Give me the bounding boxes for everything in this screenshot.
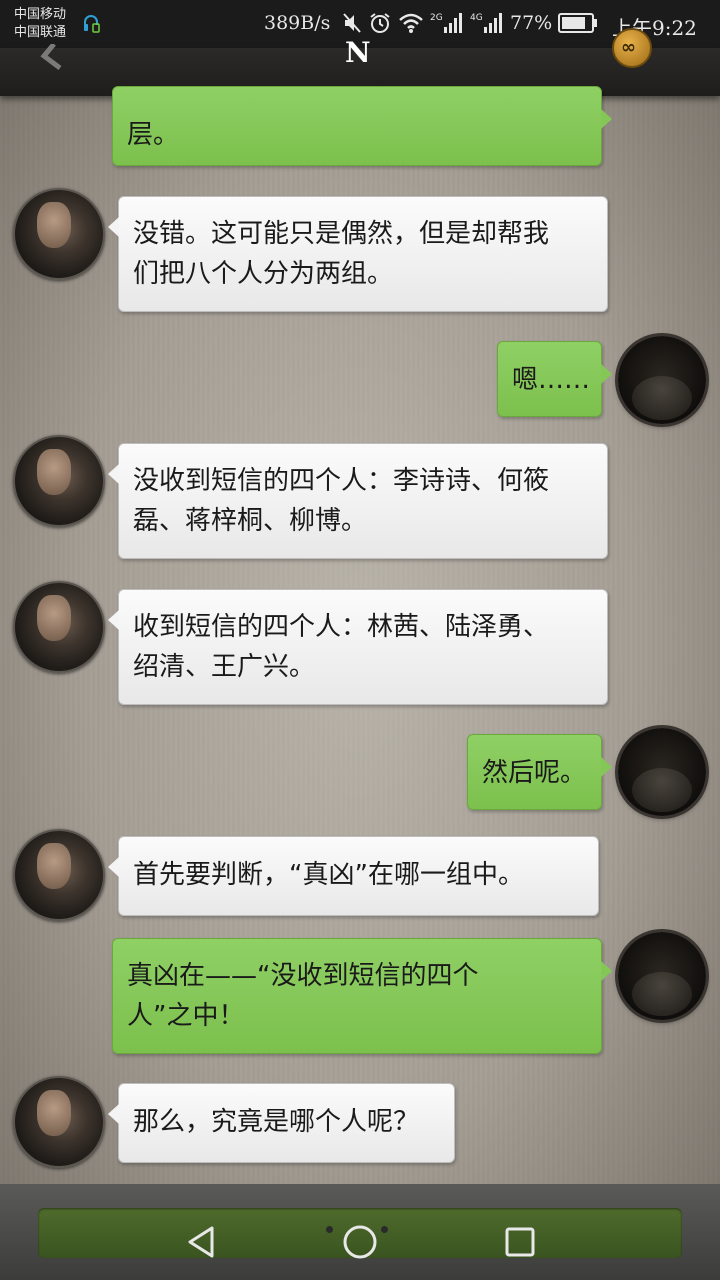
contact-avatar[interactable] (13, 581, 105, 673)
chat-bubble-sent: 然后呢。 (467, 734, 612, 810)
svg-text:2G: 2G (430, 13, 443, 23)
message-line: 那么，究竟是哪个人呢？ (133, 1107, 420, 1137)
contact-avatar[interactable] (13, 435, 105, 527)
alarm-icon (370, 13, 390, 33)
message-line: 绍清、王广兴。 (133, 652, 316, 682)
back-triangle-icon[interactable] (182, 1222, 222, 1262)
net-speed: 389B/s (264, 12, 331, 34)
headset-icon (84, 15, 100, 33)
message-line: 没收到短信的四个人：李诗诗、何筱 (133, 466, 550, 496)
wifi-icon (399, 13, 423, 33)
contact-avatar[interactable] (13, 188, 105, 280)
message-line: 磊、蒋梓桐、柳博。 (133, 506, 368, 536)
message-line: 嗯…… (512, 365, 591, 395)
chat-bubble-received: 没错。这可能只是偶然，但是却帮我 们把八个人分为两组。 (108, 196, 608, 312)
chat-bubble-received: 收到短信的四个人：林茜、陆泽勇、 绍清、王广兴。 (108, 589, 608, 705)
signal-4g-icon: 4G (470, 13, 502, 33)
contact-avatar[interactable] (13, 829, 105, 921)
message-line: 们把八个人分为两组。 (133, 259, 394, 289)
chat-bubble-sent: 嗯…… (497, 341, 612, 417)
carrier-labels: 中国移动 中国联通 (14, 6, 66, 42)
pager-dot (381, 1226, 388, 1233)
svg-text:4G: 4G (470, 13, 483, 23)
chat-bubble-received: 首先要判断，“真凶”在哪一组中。 (108, 836, 599, 916)
app-logo: N (345, 36, 371, 69)
message-line: 真凶在——“没收到短信的四个 (127, 961, 479, 991)
user-avatar[interactable] (618, 932, 706, 1020)
chat-bubble-received: 那么，究竟是哪个人呢？ (108, 1083, 455, 1163)
carrier-1: 中国移动 (14, 7, 67, 22)
pager-dot (326, 1226, 333, 1233)
infinity-badge-icon[interactable]: ∞ (612, 28, 652, 68)
message-text: 层。 (127, 120, 180, 150)
carrier-2: 中国联通 (14, 25, 67, 40)
message-line: 人”之中！ (127, 1001, 245, 1031)
message-line: 然后呢。 (482, 758, 587, 788)
message-line: 首先要判断，“真凶”在哪一组中。 (133, 860, 524, 890)
battery-percent: 77% (510, 12, 553, 34)
chat-bubble-sent: 真凶在——“没收到短信的四个 人”之中！ (112, 938, 612, 1054)
contact-avatar[interactable] (13, 1076, 105, 1168)
badge-symbol: ∞ (621, 37, 636, 58)
chevron-left-icon[interactable] (36, 44, 76, 74)
battery-icon (558, 13, 598, 33)
chat-bubble-received: 没收到短信的四个人：李诗诗、何筱 磊、蒋梓桐、柳博。 (108, 443, 608, 559)
message-line: 没错。这可能只是偶然，但是却帮我 (133, 219, 550, 249)
user-avatar[interactable] (618, 336, 706, 424)
recents-square-icon[interactable] (500, 1222, 540, 1262)
status-icons: 2G 4G 77% (342, 10, 598, 36)
chat-bubble-sent: 层。 (112, 86, 612, 166)
signal-2g-icon: 2G (430, 13, 462, 33)
home-circle-icon[interactable] (340, 1222, 380, 1262)
user-avatar[interactable] (618, 728, 706, 816)
navigation-bar (0, 1184, 720, 1280)
mute-icon (343, 13, 361, 33)
message-line: 收到短信的四个人：林茜、陆泽勇、 (133, 612, 550, 642)
